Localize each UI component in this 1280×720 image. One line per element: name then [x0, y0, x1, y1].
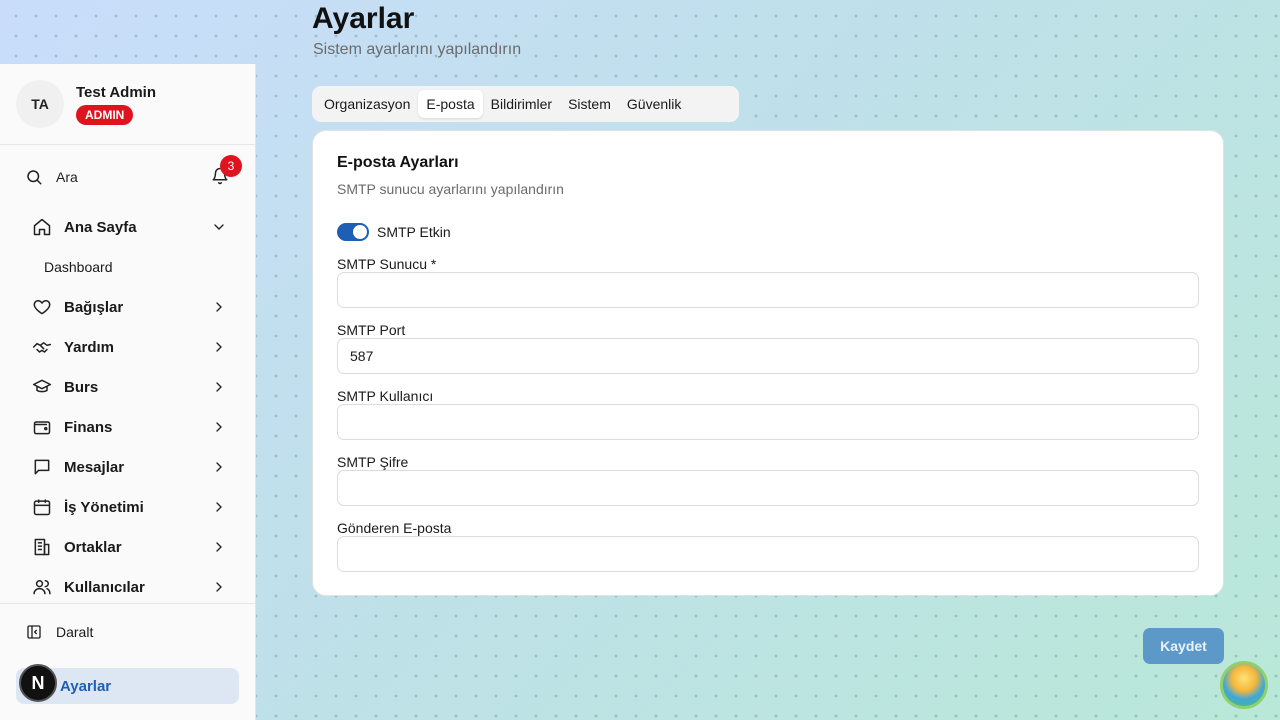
graduation-cap-icon — [32, 379, 52, 393]
smtp-password-input[interactable] — [337, 470, 1199, 506]
tab-bildirimler[interactable]: Bildirimler — [483, 90, 560, 118]
sender-email-input[interactable] — [337, 536, 1199, 572]
sender-email-label: Gönderen E-posta — [337, 520, 452, 536]
tab-organizasyon[interactable]: Organizasyon — [316, 90, 418, 118]
user-profile[interactable]: TA Test Admin ADMIN — [0, 64, 255, 145]
wallet-icon — [33, 421, 51, 435]
smtp-server-label: SMTP Sunucu * — [337, 256, 437, 272]
sidebar-item-bagislar[interactable]: Bağışlar — [16, 287, 239, 327]
sidebar-item-label: Burs — [64, 378, 99, 396]
assistant-avatar[interactable] — [1220, 661, 1268, 709]
collapse-sidebar-button[interactable]: Daralt — [26, 624, 93, 640]
sidebar-item-label: Bağışlar — [64, 298, 124, 316]
chevron-right-icon — [216, 582, 222, 592]
smtp-server-input[interactable] — [337, 272, 1199, 308]
smtp-enabled-row: SMTP Etkin — [337, 223, 451, 241]
sidebar-item-label: Ana Sayfa — [64, 218, 137, 236]
sidebar-item-ortaklar[interactable]: Ortaklar — [16, 527, 239, 567]
heart-icon — [33, 300, 51, 315]
sidebar-item-is-yonetimi[interactable]: İş Yönetimi — [16, 487, 239, 527]
search-label: Ara — [56, 169, 78, 185]
sidebar-nav: Ana Sayfa Dashboard Bağışlar Yardım Burs… — [16, 207, 239, 607]
chevron-right-icon — [216, 302, 222, 312]
chevron-right-icon — [216, 422, 222, 432]
sidebar-footer: Daralt Ayarlar — [0, 603, 255, 720]
dev-tools-badge[interactable]: N — [19, 664, 57, 702]
user-name: Test Admin — [76, 83, 157, 101]
message-icon — [34, 459, 50, 475]
tab-guvenlik[interactable]: Güvenlik — [619, 90, 689, 118]
chevron-right-icon — [216, 382, 222, 392]
search-button[interactable]: Ara 3 — [16, 155, 243, 194]
sidebar-item-finans[interactable]: Finans — [16, 407, 239, 447]
home-icon — [33, 218, 51, 236]
sidebar-item-label: Kullanıcılar — [64, 578, 145, 596]
sidebar-item-label: Ayarlar — [60, 677, 112, 695]
notification-count-badge: 3 — [220, 155, 242, 177]
sidebar-item-yardim[interactable]: Yardım — [16, 327, 239, 367]
handshake-icon — [32, 342, 52, 353]
chevron-right-icon — [216, 542, 222, 552]
sidebar-item-label: Ortaklar — [64, 538, 122, 556]
sidebar-item-ana-sayfa[interactable]: Ana Sayfa — [16, 207, 239, 247]
card-title: E-posta Ayarları — [337, 154, 459, 171]
sidebar-item-label: Finans — [64, 418, 113, 436]
chevron-right-icon — [216, 462, 222, 472]
tab-sistem[interactable]: Sistem — [560, 90, 619, 118]
users-icon — [33, 580, 51, 595]
chevron-down-icon — [214, 224, 224, 230]
page-title: Ayarlar — [312, 2, 415, 35]
sidebar-item-mesajlar[interactable]: Mesajlar — [16, 447, 239, 487]
page-subtitle: Sistem ayarlarını yapılandırın — [313, 41, 522, 58]
role-badge: ADMIN — [76, 104, 134, 125]
sidebar: TA Test Admin ADMIN Ara 3 Ana Sayfa Dash… — [0, 64, 256, 720]
sidebar-item-kullanicilar[interactable]: Kullanıcılar — [16, 567, 239, 607]
notifications-button[interactable]: 3 — [211, 155, 242, 187]
smtp-enabled-toggle[interactable] — [337, 223, 369, 241]
panel-collapse-icon — [27, 625, 41, 639]
calendar-icon — [33, 499, 51, 516]
sidebar-item-label: Dashboard — [44, 259, 113, 275]
building-icon — [34, 538, 50, 556]
chevron-right-icon — [216, 502, 222, 512]
avatar: TA — [16, 80, 64, 128]
sidebar-item-label: Yardım — [64, 338, 115, 356]
sidebar-item-burs[interactable]: Burs — [16, 367, 239, 407]
smtp-enabled-label: SMTP Etkin — [377, 224, 451, 240]
sidebar-item-dashboard[interactable]: Dashboard — [16, 247, 239, 287]
smtp-user-label: SMTP Kullanıcı — [337, 388, 434, 404]
collapse-label: Daralt — [56, 624, 94, 640]
tab-e-posta[interactable]: E-posta — [418, 90, 483, 118]
chevron-right-icon — [216, 342, 222, 352]
search-icon — [27, 170, 42, 185]
sidebar-item-label: İş Yönetimi — [64, 498, 144, 516]
email-settings-card: E-posta Ayarları SMTP sunucu ayarlarını … — [312, 130, 1224, 596]
sidebar-item-label: Mesajlar — [64, 458, 125, 476]
smtp-port-label: SMTP Port — [337, 322, 406, 338]
smtp-password-label: SMTP Şifre — [337, 454, 409, 470]
settings-tabs: Organizasyon E-posta Bildirimler Sistem … — [312, 86, 739, 122]
card-description: SMTP sunucu ayarlarını yapılandırın — [337, 181, 564, 197]
smtp-port-input[interactable] — [337, 338, 1199, 374]
smtp-user-input[interactable] — [337, 404, 1199, 440]
save-button[interactable]: Kaydet — [1143, 628, 1224, 664]
